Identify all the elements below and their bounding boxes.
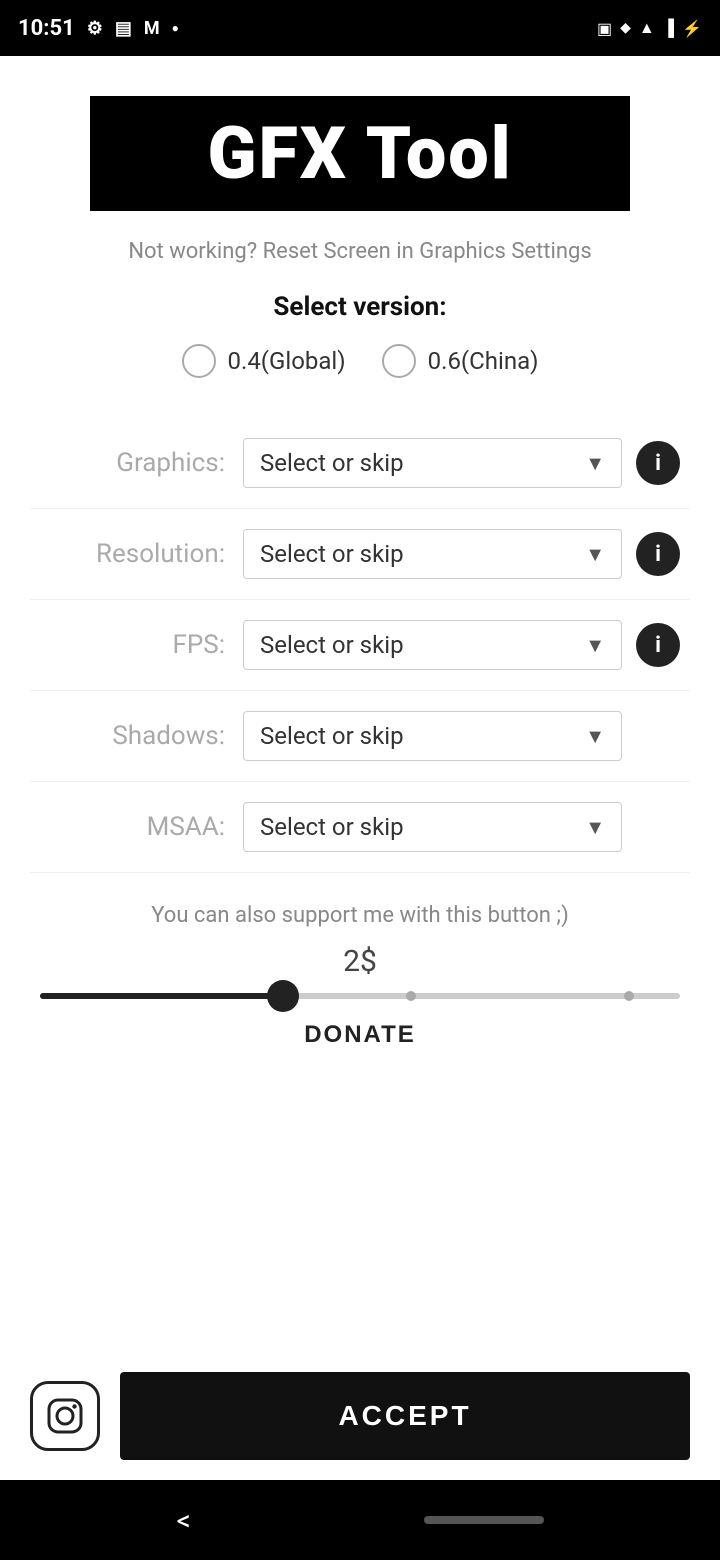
fps-dropdown[interactable]: Select or skip ▼ (243, 620, 622, 670)
instagram-icon[interactable] (30, 1381, 100, 1451)
battery-icon: ⚡ (682, 19, 702, 38)
status-icons-right: ▣ ◆ ▲ ▐ ⚡ (597, 18, 702, 38)
donate-amount: 2$ (343, 944, 377, 979)
shadows-row: Shadows: Select or skip ▼ (30, 691, 690, 782)
resolution-label: Resolution: (40, 539, 225, 569)
msaa-dropdown-arrow: ▼ (585, 815, 605, 840)
donate-slider-thumb[interactable] (267, 980, 299, 1012)
fps-label: FPS: (40, 630, 225, 660)
graphics-info-button[interactable]: i (636, 441, 680, 485)
fps-dropdown-arrow: ▼ (585, 633, 605, 658)
donate-slider-dot1 (406, 991, 416, 1001)
resolution-dropdown-arrow: ▼ (585, 542, 605, 567)
graphics-label: Graphics: (40, 448, 225, 478)
donate-slider-container[interactable] (30, 993, 690, 999)
status-time: 10:51 ⚙ ▤ M ● (18, 16, 179, 41)
donate-slider-track[interactable] (40, 993, 680, 999)
shadows-dropdown-arrow: ▼ (585, 724, 605, 749)
donate-hint: You can also support me with this button… (151, 903, 568, 928)
resolution-info-button[interactable]: i (636, 532, 680, 576)
donate-slider-dot2 (624, 991, 634, 1001)
nav-bar: < (0, 1480, 720, 1560)
settings-section: Graphics: Select or skip ▼ i Resolution:… (0, 418, 720, 873)
version-global-label: 0.4(Global) (228, 347, 346, 375)
msaa-dropdown[interactable]: Select or skip ▼ (243, 802, 622, 852)
shadows-dropdown[interactable]: Select or skip ▼ (243, 711, 622, 761)
bottom-bar: ACCEPT (0, 1352, 720, 1460)
shadows-label: Shadows: (40, 721, 225, 751)
fps-row: FPS: Select or skip ▼ i (30, 600, 690, 691)
signal-arrow-icon: ◆ (620, 20, 631, 36)
select-version-label: Select version: (273, 292, 446, 322)
graphics-dropdown[interactable]: Select or skip ▼ (243, 438, 622, 488)
version-china-label: 0.6(China) (428, 347, 539, 375)
dot-icon: ● (172, 21, 179, 35)
graphics-row: Graphics: Select or skip ▼ i (30, 418, 690, 509)
msaa-dropdown-text: Select or skip (260, 813, 404, 841)
fps-dropdown-text: Select or skip (260, 631, 404, 659)
nav-home-pill[interactable] (424, 1516, 544, 1524)
graphics-dropdown-arrow: ▼ (585, 451, 605, 476)
reset-hint: Not working? Reset Screen in Graphics Se… (98, 239, 621, 264)
sms-icon: ▤ (115, 18, 132, 39)
fps-info-button[interactable]: i (636, 623, 680, 667)
nav-back-button[interactable]: < (176, 1504, 190, 1537)
donate-section: You can also support me with this button… (0, 873, 720, 1069)
shadows-dropdown-text: Select or skip (260, 722, 404, 750)
accept-button[interactable]: ACCEPT (120, 1372, 690, 1460)
gmail-icon: M (144, 18, 160, 39)
cell-signal-icon: ▐ (663, 18, 674, 38)
settings-icon: ⚙ (87, 18, 103, 39)
version-china-option[interactable]: 0.6(China) (382, 344, 539, 378)
radio-china[interactable] (382, 344, 416, 378)
version-options: 0.4(Global) 0.6(China) (182, 344, 539, 378)
time-display: 10:51 (18, 16, 75, 41)
resolution-dropdown-text: Select or skip (260, 540, 404, 568)
app-title: GFX Tool (120, 114, 600, 193)
wifi-icon: ▲ (639, 18, 655, 38)
resolution-row: Resolution: Select or skip ▼ i (30, 509, 690, 600)
graphics-dropdown-text: Select or skip (260, 449, 404, 477)
donate-button[interactable]: DONATE (304, 1021, 416, 1049)
version-global-option[interactable]: 0.4(Global) (182, 344, 346, 378)
cast-icon: ▣ (597, 19, 612, 38)
resolution-dropdown[interactable]: Select or skip ▼ (243, 529, 622, 579)
msaa-row: MSAA: Select or skip ▼ (30, 782, 690, 873)
main-content: GFX Tool Not working? Reset Screen in Gr… (0, 56, 720, 1480)
radio-global[interactable] (182, 344, 216, 378)
app-header-banner: GFX Tool (90, 96, 630, 211)
msaa-label: MSAA: (40, 812, 225, 842)
status-bar: 10:51 ⚙ ▤ M ● ▣ ◆ ▲ ▐ ⚡ (0, 0, 720, 56)
donate-slider-fill (40, 993, 283, 999)
